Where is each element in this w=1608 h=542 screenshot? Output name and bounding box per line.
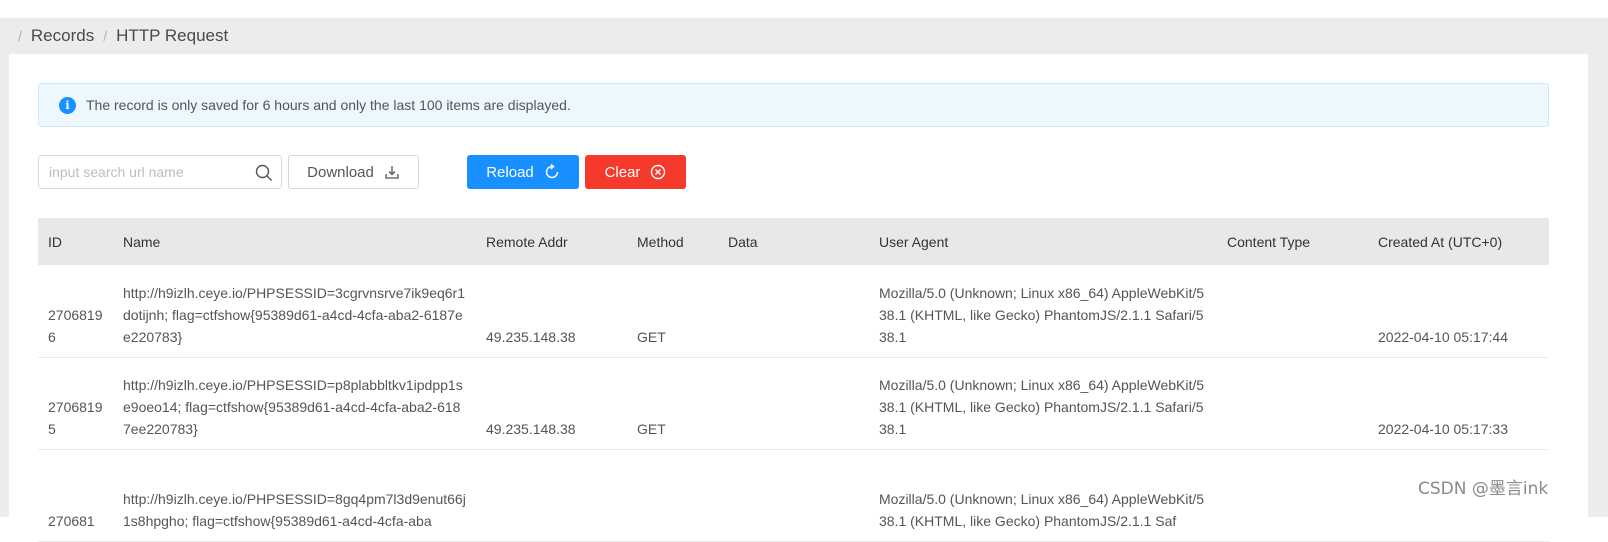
reload-button[interactable]: Reload — [467, 155, 579, 189]
download-label: Download — [307, 163, 374, 181]
clear-label: Clear — [604, 163, 641, 181]
cell-method: GET — [627, 357, 718, 450]
cell-data — [718, 357, 869, 450]
cell-user-agent: Mozilla/5.0 (Unknown; Linux x86_64) Appl… — [869, 265, 1217, 358]
cell-data — [718, 265, 869, 358]
table-row[interactable]: 27068196 http://h9izlh.ceye.io/PHPSESSID… — [38, 265, 1549, 358]
breadcrumb-item-records[interactable]: Records — [31, 26, 94, 46]
column-header-remote-addr[interactable]: Remote Addr — [476, 218, 627, 265]
cell-id: 27068195 — [38, 357, 113, 450]
breadcrumb: / Records / HTTP Request — [18, 18, 228, 54]
info-alert: i The record is only saved for 6 hours a… — [38, 83, 1549, 127]
cell-method — [627, 449, 718, 542]
cell-name: http://h9izlh.ceye.io/PHPSESSID=p8plabbl… — [113, 357, 476, 450]
alert-text: The record is only saved for 6 hours and… — [86, 97, 571, 113]
column-header-method[interactable]: Method — [627, 218, 718, 265]
cell-remote-addr: 49.235.148.38 — [476, 265, 627, 358]
records-table: ID Name Remote Addr Method Data User Age… — [38, 218, 1549, 542]
column-header-id[interactable]: ID — [38, 218, 113, 265]
breadcrumb-separator: / — [103, 28, 108, 44]
cell-remote-addr: 49.235.148.38 — [476, 357, 627, 450]
breadcrumb-item-http-request: HTTP Request — [116, 26, 229, 45]
cell-user-agent: Mozilla/5.0 (Unknown; Linux x86_64) Appl… — [869, 449, 1217, 542]
column-header-content-type[interactable]: Content Type — [1217, 218, 1368, 265]
cell-content-type — [1217, 449, 1368, 542]
cell-content-type — [1217, 357, 1368, 450]
cell-name: http://h9izlh.ceye.io/PHPSESSID=3cgrvnsr… — [113, 265, 476, 358]
column-header-data[interactable]: Data — [718, 218, 869, 265]
breadcrumb-separator: / — [18, 28, 22, 44]
column-header-created-at[interactable]: Created At (UTC+0) — [1368, 218, 1549, 265]
table-row[interactable]: 27068195 http://h9izlh.ceye.io/PHPSESSID… — [38, 357, 1549, 450]
download-button[interactable]: Download — [288, 155, 419, 189]
records-panel: i The record is only saved for 6 hours a… — [9, 54, 1588, 542]
search-input[interactable] — [39, 156, 239, 188]
cell-method: GET — [627, 265, 718, 358]
cell-content-type — [1217, 265, 1368, 358]
clear-button[interactable]: Clear — [585, 155, 686, 189]
search-box — [38, 155, 282, 189]
cell-user-agent: Mozilla/5.0 (Unknown; Linux x86_64) Appl… — [869, 357, 1217, 450]
reload-label: Reload — [486, 163, 534, 181]
search-icon[interactable] — [255, 164, 273, 182]
column-header-name[interactable]: Name — [113, 218, 476, 265]
reload-icon — [545, 164, 559, 179]
cell-id: 27068196 — [38, 265, 113, 358]
column-header-user-agent[interactable]: User Agent — [869, 218, 1217, 265]
cell-remote-addr — [476, 449, 627, 542]
cell-created-at: 2022-04-10 05:17:33 — [1368, 357, 1549, 450]
cell-data — [718, 449, 869, 542]
download-icon — [385, 166, 399, 179]
watermark: CSDN @墨言ink — [1418, 479, 1549, 499]
close-circle-icon — [651, 164, 666, 180]
cell-id: 270681 — [38, 449, 113, 542]
top-strip — [0, 0, 1608, 18]
table-row[interactable]: 270681 http://h9izlh.ceye.io/PHPSESSID=8… — [38, 449, 1549, 542]
table-header-row: ID Name Remote Addr Method Data User Age… — [38, 218, 1549, 265]
cell-name: http://h9izlh.ceye.io/PHPSESSID=8gq4pm7l… — [113, 449, 476, 542]
cell-created-at: 2022-04-10 05:17:44 — [1368, 265, 1549, 358]
info-icon: i — [59, 96, 76, 114]
